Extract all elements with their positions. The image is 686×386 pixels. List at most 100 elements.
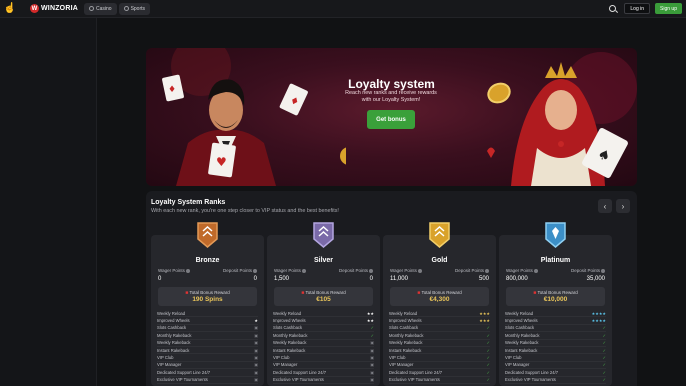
lock-icon: ▣ (370, 340, 374, 346)
lock-icon: ▣ (254, 347, 258, 353)
perk-label: Improved Wheels (505, 318, 538, 324)
deposit-points-label: Deposit Points (571, 268, 605, 273)
perk-label: Slots Cashback (505, 325, 535, 331)
wager-points-value: 1,500 (274, 276, 290, 282)
get-bonus-button[interactable]: Get bonus (367, 110, 415, 129)
next-rank-button[interactable]: › (616, 199, 630, 213)
perk-label: VIP Club (505, 355, 522, 361)
perk-row: Dedicated Support Line 24/7 ✓ (505, 369, 606, 377)
perk-label: Dedicated Support Line 24/7 (273, 369, 327, 375)
perk-label: Dedicated Support Line 24/7 (157, 369, 211, 375)
lock-icon: ▣ (370, 347, 374, 353)
chevron-right-icon: › (621, 201, 625, 211)
prev-rank-button[interactable]: ‹ (598, 199, 612, 213)
perk-label: VIP Club (273, 355, 290, 361)
rank-name: Bronze (195, 257, 220, 264)
perk-label: VIP Manager (389, 362, 414, 368)
check-icon: ✓ (370, 325, 374, 331)
wager-points-label: Wager Points (158, 268, 190, 273)
nav-sports[interactable]: Sports (118, 2, 151, 15)
perk-label: Exclusive VIP Tournaments (505, 377, 556, 383)
check-icon: ✓ (486, 369, 490, 375)
reward-label: Total Bonus Reward (189, 290, 230, 295)
lock-icon: ▣ (254, 340, 258, 346)
wager-points-value: 11,000 (390, 276, 408, 282)
signup-button[interactable]: Sign up (655, 3, 682, 14)
check-icon: ✓ (486, 362, 490, 368)
banner-subtitle: Reach new ranks and receive rewards with… (345, 90, 437, 103)
perk-label: Weekly Rakeback (157, 340, 191, 346)
reward-label: Total Bonus Reward (305, 290, 346, 295)
check-icon: ✓ (486, 332, 490, 338)
check-icon: ✓ (602, 332, 606, 338)
gift-icon: ■ (301, 290, 305, 296)
perk-label: VIP Club (157, 355, 174, 361)
check-icon: ✓ (602, 355, 606, 361)
perk-row: VIP Club ▣ (157, 354, 258, 362)
check-icon: ✓ (602, 362, 606, 368)
ranks-subtitle: With each new rank, you're one step clos… (151, 208, 339, 214)
reward-value: 190 Spins (192, 296, 223, 303)
lock-icon: ▣ (254, 362, 258, 368)
perk-label: Improved Wheels (273, 318, 306, 324)
top-bar: ☝ W WINZORIA Casino Sports Log in Sign u… (0, 0, 686, 18)
perk-row: Monthly Rakeback ✓ (505, 332, 606, 340)
rank-card-gold: Gold Wager Points Deposit Points 11,000 … (383, 222, 496, 386)
perk-label: Instant Rakeback (157, 347, 190, 353)
hand-cursor-icon: ☝ (3, 3, 17, 14)
perk-label: Monthly Rakeback (273, 332, 308, 338)
rank-card-platinum: Platinum Wager Points Deposit Points 800… (499, 222, 612, 386)
login-button[interactable]: Log in (624, 3, 651, 14)
lock-icon: ▣ (254, 377, 258, 383)
check-icon: ✓ (370, 332, 374, 338)
perk-value: ★★ (366, 310, 374, 316)
perk-row: Instant Rakeback ▣ (273, 347, 374, 355)
reward-value: €105 (316, 296, 331, 303)
perk-label: Improved Wheels (157, 318, 190, 324)
perk-row: Improved Wheels ★ (157, 317, 258, 325)
total-bonus-reward: ■ Total Bonus Reward €4,300 (390, 287, 489, 306)
perk-row: Exclusive VIP Tournaments ✓ (389, 377, 490, 384)
total-bonus-reward: ■ Total Bonus Reward €10,000 (506, 287, 605, 306)
perk-label: Weekly Rakeback (273, 340, 307, 346)
perk-label: Slots Cashback (273, 325, 303, 331)
wager-points-label: Wager Points (506, 268, 538, 273)
perk-list: Weekly Reload ★★ Improved Wheels ★★ Slots Ca… (273, 310, 374, 384)
perk-list: Weekly Reload ★★★ Improved Wheels ★★★ Slots … (389, 310, 490, 384)
perk-label: Exclusive VIP Tournaments (157, 377, 208, 383)
search-icon[interactable] (607, 3, 619, 15)
perk-label: Slots Cashback (389, 325, 419, 331)
perk-row: Weekly Rakeback ✓ (505, 340, 606, 347)
perk-row: Improved Wheels ★★★★ (505, 317, 606, 325)
gift-icon: ■ (533, 290, 537, 296)
lock-icon: ▣ (254, 325, 258, 331)
perk-row: Weekly Reload (157, 310, 258, 318)
perk-label: Weekly Reload (389, 310, 418, 316)
deposit-points-value: 0 (253, 276, 257, 282)
perk-value: ★★★ (479, 310, 490, 316)
banner-queen-illustration: ♠ (487, 52, 637, 186)
main-nav: Casino Sports (83, 2, 151, 15)
info-icon (417, 268, 422, 273)
sports-icon (123, 6, 129, 11)
perk-row: VIP Club ▣ (273, 354, 374, 362)
perk-label: VIP Manager (157, 362, 182, 368)
nav-casino[interactable]: Casino (83, 2, 117, 15)
total-bonus-reward: ■ Total Bonus Reward €105 (274, 287, 373, 306)
check-icon: ✓ (602, 377, 606, 383)
perk-row: VIP Manager ✓ (505, 362, 606, 370)
perk-label: Dedicated Support Line 24/7 (389, 369, 443, 375)
perk-label: VIP Manager (505, 362, 530, 368)
gold-coin-icon (487, 82, 511, 104)
deposit-points-label: Deposit Points (339, 268, 373, 273)
deposit-points-value: 35,000 (586, 276, 605, 282)
gift-icon: ■ (185, 290, 189, 296)
check-icon: ✓ (486, 355, 490, 361)
lock-icon: ▣ (254, 332, 258, 338)
perk-row: Dedicated Support Line 24/7 ✓ (389, 369, 490, 377)
info-icon (533, 268, 538, 273)
reward-label: Total Bonus Reward (421, 290, 462, 295)
wager-points-value: 0 (158, 276, 162, 282)
info-icon (369, 268, 373, 273)
brand-logo[interactable]: W WINZORIA (30, 4, 78, 13)
